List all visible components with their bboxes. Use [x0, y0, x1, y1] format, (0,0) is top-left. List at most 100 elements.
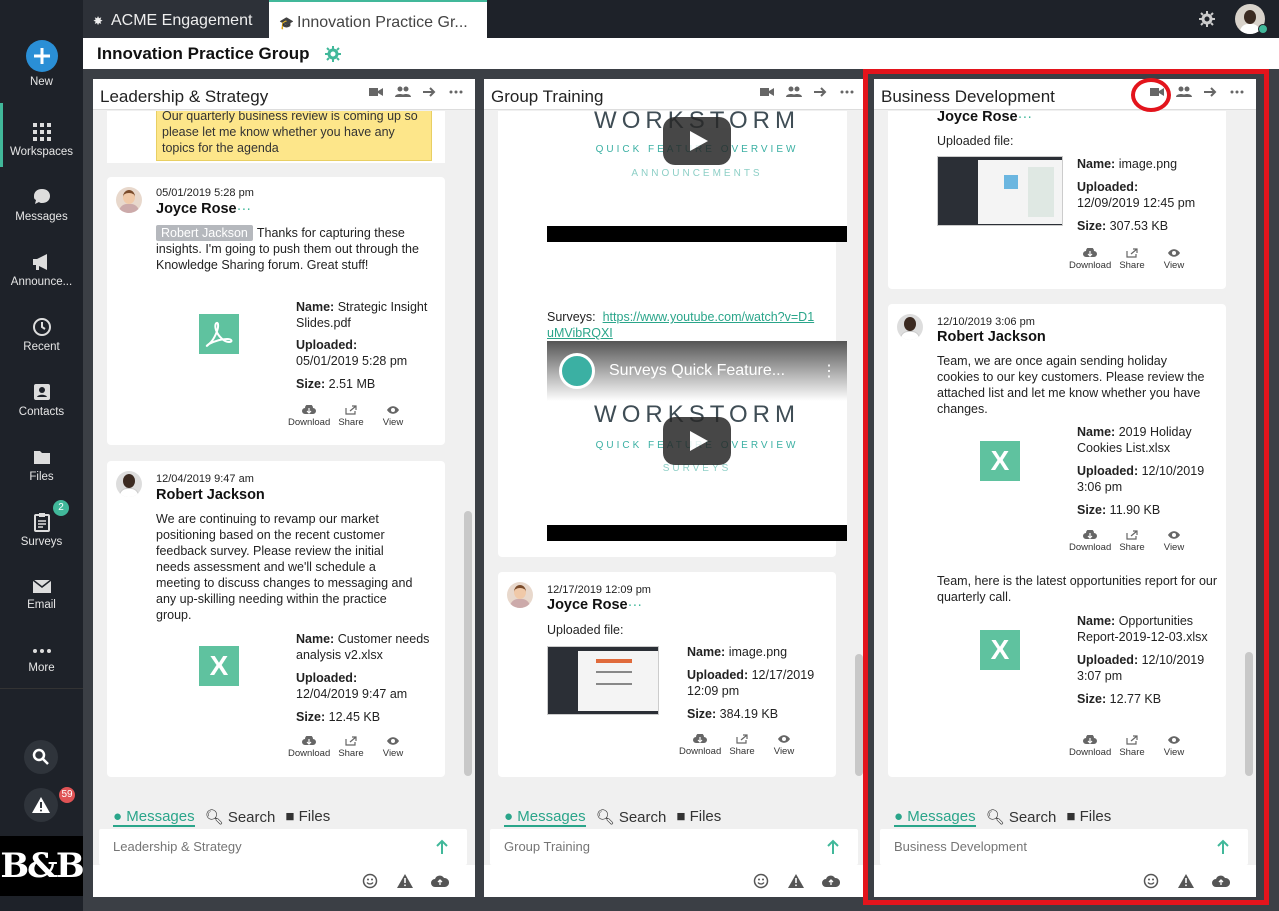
share-button[interactable]: Share — [1111, 530, 1153, 553]
scrollbar[interactable] — [1245, 652, 1253, 776]
message-input[interactable] — [113, 839, 413, 854]
message-input[interactable] — [504, 839, 804, 854]
sidebar-item-new[interactable]: New — [0, 40, 83, 88]
members-icon[interactable] — [395, 86, 411, 98]
message-timestamp: 12/17/2019 12:09 pm — [547, 584, 651, 596]
scrollbar[interactable] — [855, 654, 863, 776]
cloud-upload-icon[interactable] — [1212, 874, 1230, 888]
tab-label: Search — [227, 809, 276, 826]
video-embed[interactable]: WORKSTORM QUICK FEATURE OVERVIEW ANNOUNC… — [547, 111, 847, 242]
sidebar-item-email[interactable]: Email — [0, 577, 83, 611]
download-button[interactable]: Download — [1069, 248, 1111, 271]
author-menu-icon[interactable]: ··· — [237, 201, 252, 217]
tab-files[interactable]: ■ Files — [676, 808, 721, 827]
play-button[interactable] — [663, 417, 731, 465]
share-button[interactable]: Share — [721, 734, 763, 757]
download-button[interactable]: Download — [1069, 735, 1111, 758]
send-arrow-icon[interactable] — [435, 839, 449, 855]
view-button[interactable]: View — [1153, 248, 1195, 271]
more-options-icon[interactable] — [1230, 86, 1244, 98]
cloud-upload-icon[interactable] — [431, 874, 449, 888]
search-button[interactable] — [24, 740, 58, 774]
sidebar-item-recent[interactable]: Recent — [0, 317, 83, 353]
author-name[interactable]: Robert Jackson — [156, 487, 265, 503]
author-name[interactable]: Joyce Rose··· — [156, 201, 251, 217]
file-size: 12.45 KB — [328, 710, 381, 724]
view-button[interactable]: View — [1153, 735, 1195, 758]
video-embed[interactable]: Surveys Quick Feature... ⋮ WORKSTORM QUI… — [547, 341, 847, 541]
alert-triangle-icon[interactable] — [1178, 874, 1194, 888]
share-button[interactable]: Share — [1111, 248, 1153, 271]
arrow-right-icon[interactable] — [423, 86, 437, 98]
tab-files[interactable]: ■ Files — [1066, 808, 1111, 827]
sidebar-item-contacts[interactable]: Contacts — [0, 382, 83, 418]
alert-triangle-icon[interactable] — [788, 874, 804, 888]
sidebar-item-files[interactable]: Files — [0, 447, 83, 483]
cloud-upload-icon[interactable] — [822, 874, 840, 888]
members-icon[interactable] — [786, 86, 802, 98]
alert-triangle-icon[interactable] — [397, 874, 413, 888]
alerts-button[interactable] — [24, 788, 58, 822]
download-button[interactable]: Download — [679, 734, 721, 757]
action-label: View — [1163, 747, 1185, 758]
arrow-right-icon[interactable] — [814, 86, 828, 98]
mention-chip[interactable]: Robert Jackson — [156, 225, 253, 241]
excel-file-icon[interactable]: X — [199, 646, 239, 686]
tab-search[interactable]: 🔍︎ Search — [205, 808, 276, 827]
view-button[interactable]: View — [763, 734, 805, 757]
tab-acme-engagement[interactable]: ✸ ACME Engagement — [83, 0, 269, 38]
sidebar-item-messages[interactable]: Messages — [0, 187, 83, 223]
share-button[interactable]: Share — [1111, 735, 1153, 758]
excel-file-icon[interactable]: X — [980, 630, 1020, 670]
emoji-icon[interactable] — [753, 873, 769, 889]
pdf-file-icon[interactable] — [199, 314, 239, 354]
arrow-right-icon[interactable] — [1204, 86, 1218, 98]
scrollbar[interactable] — [464, 511, 472, 776]
video-call-icon[interactable] — [760, 86, 774, 98]
play-button[interactable] — [663, 117, 731, 165]
send-arrow-icon[interactable] — [826, 839, 840, 855]
excel-file-icon[interactable]: X — [980, 441, 1020, 481]
tab-messages[interactable]: ● Messages — [894, 808, 976, 827]
tab-search[interactable]: 🔍︎ Search — [986, 808, 1057, 827]
author-name[interactable]: Joyce Rose··· — [937, 109, 1032, 125]
send-arrow-icon[interactable] — [1216, 839, 1230, 855]
emoji-icon[interactable] — [362, 873, 378, 889]
workspace-settings-icon[interactable] — [324, 45, 342, 63]
view-button[interactable]: View — [372, 405, 414, 428]
members-icon[interactable] — [1176, 86, 1192, 98]
view-button[interactable]: View — [1153, 530, 1195, 553]
share-button[interactable]: Share — [330, 405, 372, 428]
download-button[interactable]: Download — [288, 736, 330, 759]
view-button[interactable]: View — [372, 736, 414, 759]
download-button[interactable]: Download — [1069, 530, 1111, 553]
image-thumbnail[interactable] — [937, 156, 1063, 226]
sidebar-item-announcements[interactable]: Announce... — [0, 252, 83, 288]
sidebar-item-label: Email — [27, 599, 56, 611]
sidebar-item-more[interactable]: More — [0, 644, 83, 674]
plus-circle-icon — [25, 40, 58, 72]
video-call-icon[interactable] — [369, 86, 383, 98]
author-name[interactable]: Robert Jackson — [937, 329, 1046, 345]
video-menu-icon[interactable]: ⋮ — [821, 361, 837, 381]
emoji-icon[interactable] — [1143, 873, 1159, 889]
message-input[interactable] — [894, 839, 1194, 854]
author-menu-icon[interactable]: ··· — [628, 597, 643, 613]
more-options-icon[interactable] — [840, 86, 854, 98]
file-actions: Download Share View — [679, 734, 805, 757]
sidebar-item-surveys[interactable]: Surveys 2 — [0, 500, 83, 548]
tab-search[interactable]: 🔍︎ Search — [596, 808, 667, 827]
tab-messages[interactable]: ● Messages — [113, 808, 195, 827]
share-button[interactable]: Share — [330, 736, 372, 759]
image-thumbnail[interactable] — [547, 646, 659, 715]
tab-messages[interactable]: ● Messages — [504, 808, 586, 827]
more-options-icon[interactable] — [449, 86, 463, 98]
sidebar-item-workspaces[interactable]: Workspaces — [0, 122, 83, 158]
author-menu-icon[interactable]: ··· — [1018, 109, 1033, 125]
tab-label: Files — [1079, 808, 1112, 825]
download-button[interactable]: Download — [288, 405, 330, 428]
settings-gear-icon[interactable] — [1198, 10, 1216, 28]
tab-files[interactable]: ■ Files — [285, 808, 330, 827]
tab-innovation-practice-group[interactable]: 🎓 Innovation Practice Gr... — [269, 0, 487, 38]
author-name[interactable]: Joyce Rose··· — [547, 597, 642, 613]
